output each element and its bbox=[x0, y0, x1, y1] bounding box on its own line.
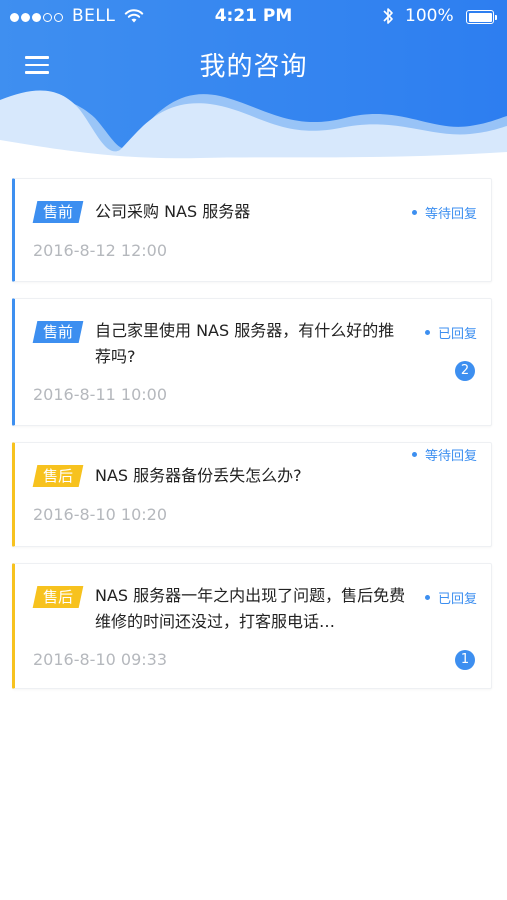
status-dot-icon bbox=[424, 595, 430, 600]
consultation-card[interactable]: 售前 自己家里使用 NAS 服务器，有什么好的推荐吗? 已回复 2 2016-8… bbox=[12, 298, 492, 426]
reply-count-badge: 1 bbox=[455, 650, 475, 670]
consultation-card[interactable]: 售后 NAS 服务器备份丢失怎么办? 等待回复 2016-8-10 10:20 bbox=[12, 442, 492, 547]
consultation-list: 售前 公司采购 NAS 服务器 等待回复 2016-8-12 12:00 售前 … bbox=[12, 178, 492, 705]
status-label: 等待回复 bbox=[411, 445, 477, 464]
aftersale-tag: 售后 bbox=[32, 586, 84, 608]
status-label: 已回复 bbox=[424, 588, 477, 607]
page-title: 我的咨询 bbox=[199, 52, 308, 82]
bluetooth-icon bbox=[383, 8, 393, 24]
consultation-date: 2016-8-10 10:20 bbox=[33, 505, 167, 524]
presale-tag: 售前 bbox=[32, 201, 84, 223]
aftersale-tag: 售后 bbox=[32, 465, 84, 487]
consultation-title: 自己家里使用 NAS 服务器，有什么好的推荐吗? bbox=[95, 321, 395, 366]
consultation-date: 2016-8-11 10:00 bbox=[33, 385, 167, 404]
reply-count-badge: 2 bbox=[455, 361, 475, 381]
status-dot-icon bbox=[411, 452, 417, 457]
consultation-date: 2016-8-12 12:00 bbox=[33, 241, 167, 260]
consultation-title: 公司采购 NAS 服务器 bbox=[95, 202, 251, 221]
battery-percentage: 100% bbox=[405, 6, 454, 26]
battery-icon bbox=[466, 10, 497, 24]
consultation-date: 2016-8-10 09:33 bbox=[33, 650, 167, 669]
consultation-title: NAS 服务器备份丢失怎么办? bbox=[95, 466, 302, 485]
consultation-title: NAS 服务器一年之内出现了问题，售后免费维修的时间还没过，打客服电话… bbox=[95, 586, 406, 631]
presale-tag: 售前 bbox=[32, 321, 84, 343]
status-bar: BELL 4:21 PM 100% bbox=[0, 0, 507, 34]
status-dot-icon bbox=[424, 330, 430, 335]
status-dot-icon bbox=[411, 210, 417, 215]
header: BELL 4:21 PM 100% 我的咨询 bbox=[0, 0, 507, 170]
status-label: 等待回复 bbox=[411, 203, 477, 222]
consultation-card[interactable]: 售后 NAS 服务器一年之内出现了问题，售后免费维修的时间还没过，打客服电话… … bbox=[12, 563, 492, 689]
status-label: 已回复 bbox=[424, 323, 477, 342]
consultation-card[interactable]: 售前 公司采购 NAS 服务器 等待回复 2016-8-12 12:00 bbox=[12, 178, 492, 282]
